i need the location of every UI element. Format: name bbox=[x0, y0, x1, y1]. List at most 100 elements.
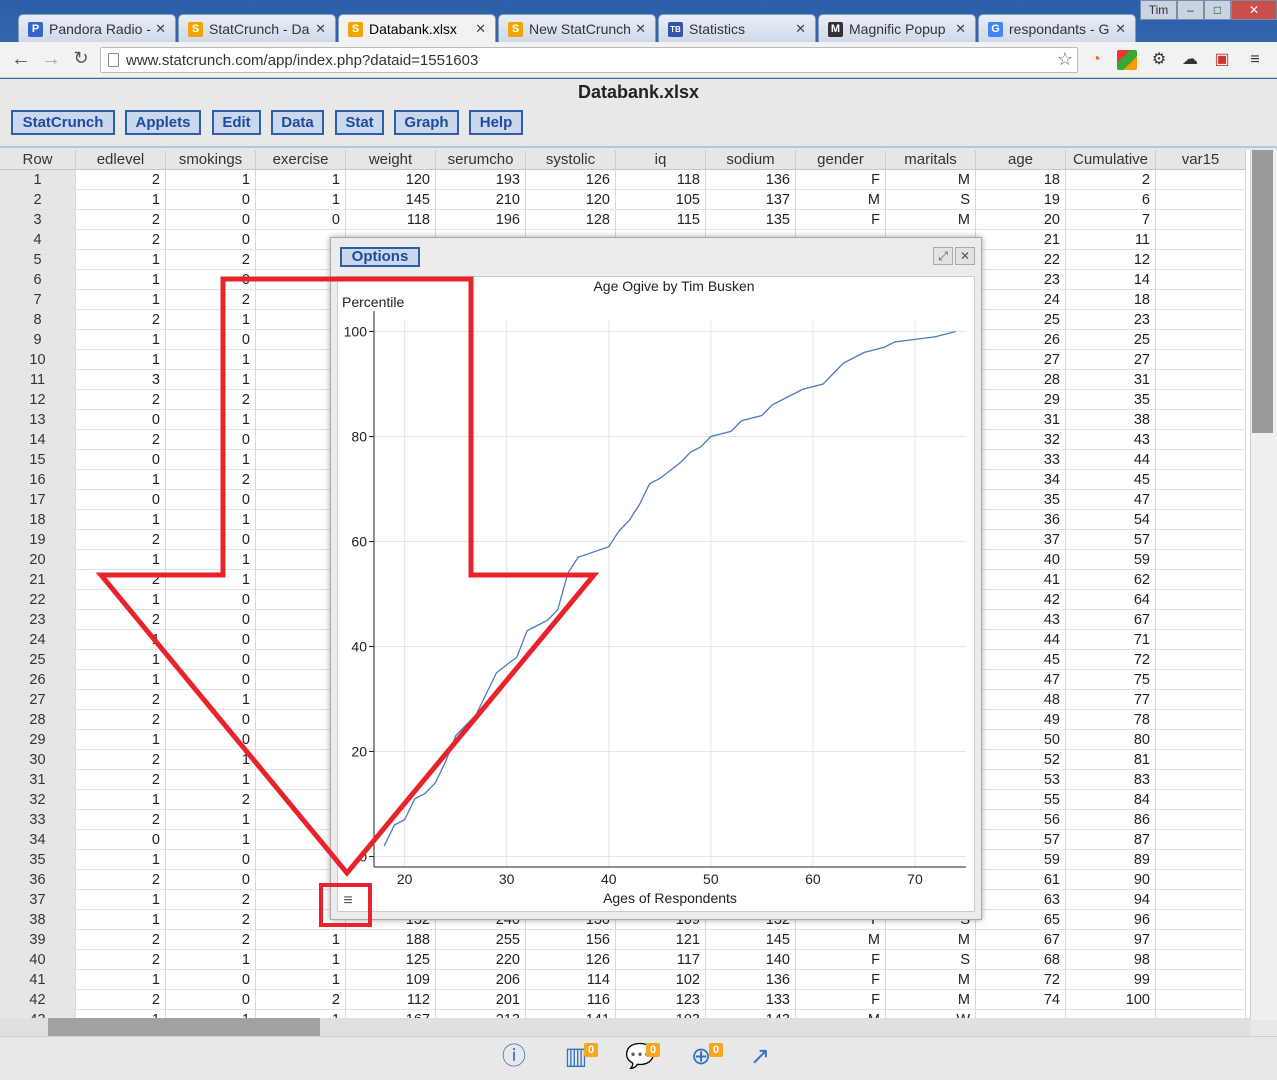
table-cell[interactable]: 89 bbox=[1066, 850, 1156, 870]
column-header-exercise[interactable]: exercise bbox=[256, 150, 346, 170]
table-cell[interactable] bbox=[1156, 590, 1246, 610]
reload-icon[interactable]: ↻ bbox=[70, 48, 92, 69]
table-cell[interactable]: 125 bbox=[346, 950, 436, 970]
table-cell[interactable]: 2 bbox=[76, 950, 166, 970]
menu-graph[interactable]: Graph bbox=[394, 110, 459, 135]
table-cell[interactable]: 2 bbox=[166, 470, 256, 490]
table-cell[interactable]: 2 bbox=[76, 930, 166, 950]
table-cell[interactable]: F bbox=[796, 990, 886, 1010]
table-cell[interactable] bbox=[1156, 670, 1246, 690]
table-cell[interactable]: 1 bbox=[166, 170, 256, 190]
table-cell[interactable]: 23 bbox=[976, 270, 1066, 290]
table-cell[interactable]: 31 bbox=[976, 410, 1066, 430]
table-cell[interactable] bbox=[1156, 250, 1246, 270]
table-cell[interactable]: 20 bbox=[976, 210, 1066, 230]
table-cell[interactable]: 41 bbox=[976, 570, 1066, 590]
table-cell[interactable]: 1 bbox=[76, 470, 166, 490]
table-cell[interactable]: 1 bbox=[76, 790, 166, 810]
table-cell[interactable]: 35 bbox=[976, 490, 1066, 510]
table-cell[interactable]: 1 bbox=[256, 190, 346, 210]
row-number[interactable]: 10 bbox=[0, 350, 76, 370]
horizontal-scroll-thumb[interactable] bbox=[48, 1018, 320, 1036]
table-cell[interactable]: 2 bbox=[76, 770, 166, 790]
chrome-menu-icon[interactable]: ≡ bbox=[1245, 50, 1265, 70]
table-cell[interactable]: 1 bbox=[76, 890, 166, 910]
table-cell[interactable]: 75 bbox=[1066, 670, 1156, 690]
table-cell[interactable]: 2 bbox=[166, 790, 256, 810]
column-header-gender[interactable]: gender bbox=[796, 150, 886, 170]
table-cell[interactable]: 136 bbox=[706, 170, 796, 190]
table-cell[interactable]: 114 bbox=[526, 970, 616, 990]
table-cell[interactable]: 1 bbox=[76, 350, 166, 370]
column-header-weight[interactable]: weight bbox=[346, 150, 436, 170]
table-cell[interactable] bbox=[1156, 330, 1246, 350]
table-cell[interactable]: 0 bbox=[166, 190, 256, 210]
table-cell[interactable]: 2 bbox=[76, 710, 166, 730]
table-cell[interactable]: 36 bbox=[976, 510, 1066, 530]
column-header-serumcho[interactable]: serumcho bbox=[436, 150, 526, 170]
table-cell[interactable]: 2 bbox=[76, 210, 166, 230]
table-cell[interactable]: 1 bbox=[166, 550, 256, 570]
row-number[interactable]: 8 bbox=[0, 310, 76, 330]
column-header-var15[interactable]: var15 bbox=[1156, 150, 1246, 170]
table-cell[interactable]: 118 bbox=[616, 170, 706, 190]
table-cell[interactable]: 133 bbox=[706, 990, 796, 1010]
vertical-scroll-thumb[interactable] bbox=[1252, 150, 1273, 433]
table-cell[interactable]: 1 bbox=[166, 450, 256, 470]
table-cell[interactable]: M bbox=[886, 990, 976, 1010]
table-cell[interactable]: 57 bbox=[1066, 530, 1156, 550]
table-cell[interactable]: 1 bbox=[76, 550, 166, 570]
column-header-iq[interactable]: iq bbox=[616, 150, 706, 170]
row-number[interactable]: 24 bbox=[0, 630, 76, 650]
table-cell[interactable]: F bbox=[796, 970, 886, 990]
column-header-maritals[interactable]: maritals bbox=[886, 150, 976, 170]
table-cell[interactable]: 0 bbox=[166, 330, 256, 350]
table-cell[interactable]: 1 bbox=[76, 290, 166, 310]
table-cell[interactable]: 33 bbox=[976, 450, 1066, 470]
table-cell[interactable]: 78 bbox=[1066, 710, 1156, 730]
table-cell[interactable] bbox=[1156, 830, 1246, 850]
table-cell[interactable] bbox=[1156, 950, 1246, 970]
tab-6[interactable]: Grespondants - G ✕ bbox=[978, 14, 1136, 42]
row-number[interactable]: 26 bbox=[0, 670, 76, 690]
table-cell[interactable]: 0 bbox=[166, 630, 256, 650]
table-cell[interactable]: 0 bbox=[76, 830, 166, 850]
row-number[interactable]: 5 bbox=[0, 250, 76, 270]
table-cell[interactable]: 0 bbox=[166, 970, 256, 990]
table-cell[interactable]: 1 bbox=[166, 770, 256, 790]
table-cell[interactable]: M bbox=[886, 210, 976, 230]
row-number[interactable]: 30 bbox=[0, 750, 76, 770]
tab-1[interactable]: S StatCrunch - Da ✕ bbox=[178, 14, 336, 42]
table-cell[interactable]: F bbox=[796, 210, 886, 230]
row-number[interactable]: 36 bbox=[0, 870, 76, 890]
minimize-button[interactable]: – bbox=[1177, 0, 1204, 20]
table-cell[interactable]: 72 bbox=[1066, 650, 1156, 670]
table-cell[interactable]: 135 bbox=[706, 210, 796, 230]
table-cell[interactable]: 7 bbox=[1066, 210, 1156, 230]
table-cell[interactable]: 136 bbox=[706, 970, 796, 990]
table-cell[interactable] bbox=[1156, 890, 1246, 910]
row-number[interactable]: 28 bbox=[0, 710, 76, 730]
table-cell[interactable]: 1 bbox=[256, 930, 346, 950]
table-cell[interactable]: 116 bbox=[526, 990, 616, 1010]
table-cell[interactable]: 0 bbox=[166, 270, 256, 290]
column-header-age[interactable]: age bbox=[976, 150, 1066, 170]
table-cell[interactable]: 2 bbox=[166, 390, 256, 410]
table-cell[interactable]: 0 bbox=[166, 430, 256, 450]
table-cell[interactable]: 27 bbox=[1066, 350, 1156, 370]
column-header-row[interactable]: Row bbox=[0, 150, 76, 170]
table-cell[interactable]: 156 bbox=[526, 930, 616, 950]
table-cell[interactable]: 2 bbox=[256, 990, 346, 1010]
row-number[interactable]: 6 bbox=[0, 270, 76, 290]
table-cell[interactable]: 50 bbox=[976, 730, 1066, 750]
table-cell[interactable]: 120 bbox=[346, 170, 436, 190]
table-cell[interactable]: 2 bbox=[76, 690, 166, 710]
table-cell[interactable]: 48 bbox=[976, 690, 1066, 710]
table-cell[interactable]: 2 bbox=[166, 930, 256, 950]
table-cell[interactable] bbox=[1156, 910, 1246, 930]
table-cell[interactable]: 43 bbox=[1066, 430, 1156, 450]
info-icon[interactable]: ⓘ bbox=[498, 1041, 530, 1073]
column-header-cumulative[interactable]: Cumulative bbox=[1066, 150, 1156, 170]
row-number[interactable]: 31 bbox=[0, 770, 76, 790]
table-cell[interactable]: 28 bbox=[976, 370, 1066, 390]
